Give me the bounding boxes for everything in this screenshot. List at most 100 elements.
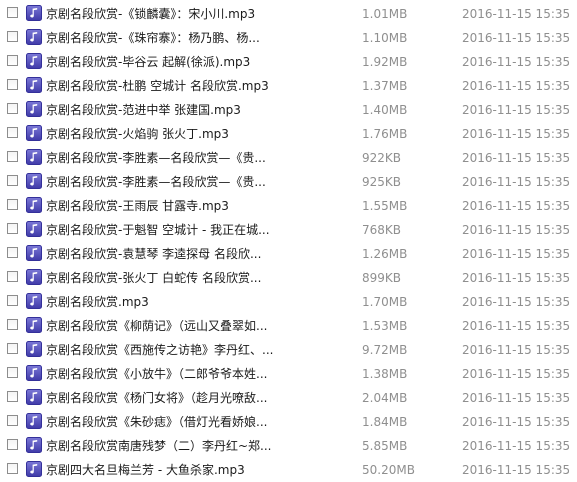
file-size: 922KB xyxy=(362,151,402,165)
music-file-icon xyxy=(26,341,42,357)
file-modified-date: 2016-11-15 15:35 xyxy=(462,103,571,117)
file-size: 1.37MB xyxy=(362,79,408,93)
file-row[interactable]: 京剧名段欣赏-于魁智 空城计 - 我正在城... 768KB 2016-11-15 … xyxy=(0,218,577,242)
file-size: 2.04MB xyxy=(362,391,408,405)
music-file-icon xyxy=(26,197,42,213)
file-size: 1.40MB xyxy=(362,103,408,117)
file-size: 1.70MB xyxy=(362,295,408,309)
music-file-icon xyxy=(26,437,42,453)
file-modified-date: 2016-11-15 15:35 xyxy=(462,343,571,357)
file-row[interactable]: 京剧名段欣赏-《珠帘寨》：杨乃鹏、杨... 1.10MB 2016-11-15 15… xyxy=(0,26,577,50)
file-row[interactable]: 京剧名段欣赏-范进中举 张建国.mp3 1.40MB 2016-11-15 15:3… xyxy=(0,98,577,122)
file-checkbox[interactable] xyxy=(7,295,18,306)
file-modified-date: 2016-11-15 15:35 xyxy=(462,7,571,21)
file-name[interactable]: 京剧名段欣赏《小放牛》（二郎爷爷本姓... xyxy=(46,365,346,383)
file-row[interactable]: 京剧名段欣赏-李胜素—名段欣赏—《贵... 922KB 2016-11-15 15:… xyxy=(0,146,577,170)
file-row[interactable]: 京剧名段欣赏-杜鹏 空城计 名段欣赏.mp3 1.37MB 2016-11-15 1… xyxy=(0,74,577,98)
file-row[interactable]: 京剧名段欣赏《小放牛》（二郎爷爷本姓... 1.38MB 2016-11-15 15… xyxy=(0,362,577,386)
file-name[interactable]: 京剧名段欣赏-范进中举 张建国.mp3 xyxy=(46,101,346,119)
file-name[interactable]: 京剧名段欣赏-于魁智 空城计 - 我正在城... xyxy=(46,221,346,239)
file-name[interactable]: 京剧名段欣赏-李胜素—名段欣赏—《贵... xyxy=(46,173,346,191)
file-row[interactable]: 京剧名段欣赏南唐残梦（二）李丹红~郑... 5.85MB 2016-11-15 15… xyxy=(0,434,577,458)
file-name[interactable]: 京剧名段欣赏-李胜素—名段欣赏—《贵... xyxy=(46,149,346,167)
file-checkbox[interactable] xyxy=(7,199,18,210)
file-name[interactable]: 京剧名段欣赏《柳荫记》（远山又叠翠如... xyxy=(46,317,346,335)
file-modified-date: 2016-11-15 15:35 xyxy=(462,295,571,309)
file-checkbox[interactable] xyxy=(7,415,18,426)
file-checkbox[interactable] xyxy=(7,103,18,114)
file-modified-date: 2016-11-15 15:35 xyxy=(462,247,571,261)
music-file-icon xyxy=(26,389,42,405)
file-name[interactable]: 京剧名段欣赏-火焰驹 张火丁.mp3 xyxy=(46,125,346,143)
file-list: 京剧名段欣赏-《锁麟囊》：宋小川.mp3 1.01MB 2016-11-15 15:… xyxy=(0,0,577,482)
file-checkbox[interactable] xyxy=(7,127,18,138)
file-row[interactable]: 京剧名段欣赏《杨门女将》（趁月光嘹敌... 2.04MB 2016-11-15 15… xyxy=(0,386,577,410)
music-file-icon xyxy=(26,125,42,141)
file-checkbox[interactable] xyxy=(7,439,18,450)
file-name[interactable]: 京剧名段欣赏-《锁麟囊》：宋小川.mp3 xyxy=(46,5,346,23)
file-name[interactable]: 京剧名段欣赏-毕谷云 起解(徐派).mp3 xyxy=(46,53,346,71)
file-checkbox[interactable] xyxy=(7,271,18,282)
file-size: 1.10MB xyxy=(362,31,408,45)
file-row[interactable]: 京剧四大名旦梅兰芳 - 大鱼杀家.mp3 50.20MB 2016-11-15 15… xyxy=(0,458,577,482)
music-file-icon xyxy=(26,461,42,477)
file-name[interactable]: 京剧四大名旦梅兰芳 - 大鱼杀家.mp3 xyxy=(46,461,346,479)
file-name[interactable]: 京剧名段欣赏.mp3 xyxy=(46,293,346,311)
music-file-icon xyxy=(26,221,42,237)
file-modified-date: 2016-11-15 15:35 xyxy=(462,31,571,45)
file-name[interactable]: 京剧名段欣赏《杨门女将》（趁月光嘹敌... xyxy=(46,389,346,407)
file-checkbox[interactable] xyxy=(7,175,18,186)
music-file-icon xyxy=(26,5,42,21)
file-modified-date: 2016-11-15 15:35 xyxy=(462,151,571,165)
file-checkbox[interactable] xyxy=(7,319,18,330)
file-row[interactable]: 京剧名段欣赏-王雨辰 甘露寺.mp3 1.55MB 2016-11-15 15:35 xyxy=(0,194,577,218)
file-name[interactable]: 京剧名段欣赏-王雨辰 甘露寺.mp3 xyxy=(46,197,346,215)
file-size: 1.38MB xyxy=(362,367,408,381)
file-checkbox[interactable] xyxy=(7,367,18,378)
file-modified-date: 2016-11-15 15:35 xyxy=(462,55,571,69)
file-checkbox[interactable] xyxy=(7,151,18,162)
file-checkbox[interactable] xyxy=(7,463,18,474)
music-file-icon xyxy=(26,77,42,93)
file-size: 899KB xyxy=(362,271,402,285)
file-row[interactable]: 京剧名段欣赏《朱砂痣》（借灯光看娇娘... 1.84MB 2016-11-15 15… xyxy=(0,410,577,434)
file-modified-date: 2016-11-15 15:35 xyxy=(462,175,571,189)
file-name[interactable]: 京剧名段欣赏《朱砂痣》（借灯光看娇娘... xyxy=(46,413,346,431)
music-file-icon xyxy=(26,53,42,69)
file-checkbox[interactable] xyxy=(7,247,18,258)
file-checkbox[interactable] xyxy=(7,7,18,18)
file-checkbox[interactable] xyxy=(7,79,18,90)
file-name[interactable]: 京剧名段欣赏-张火丁 白蛇传 名段欣赏... xyxy=(46,269,346,287)
file-row[interactable]: 京剧名段欣赏-张火丁 白蛇传 名段欣赏... 899KB 2016-11-15 15… xyxy=(0,266,577,290)
file-size: 9.72MB xyxy=(362,343,408,357)
music-file-icon xyxy=(26,149,42,165)
file-checkbox[interactable] xyxy=(7,391,18,402)
file-size: 1.26MB xyxy=(362,247,408,261)
file-row[interactable]: 京剧名段欣赏《柳荫记》（远山又叠翠如... 1.53MB 2016-11-15 15… xyxy=(0,314,577,338)
file-modified-date: 2016-11-15 15:35 xyxy=(462,319,571,333)
file-size: 50.20MB xyxy=(362,463,415,477)
music-file-icon xyxy=(26,365,42,381)
file-name[interactable]: 京剧名段欣赏《西施传之访艳》李丹红、... xyxy=(46,341,346,359)
file-modified-date: 2016-11-15 15:35 xyxy=(462,463,571,477)
file-checkbox[interactable] xyxy=(7,223,18,234)
file-row[interactable]: 京剧名段欣赏《西施传之访艳》李丹红、... 9.72MB 2016-11-15 15… xyxy=(0,338,577,362)
music-file-icon xyxy=(26,245,42,261)
file-row[interactable]: 京剧名段欣赏-毕谷云 起解(徐派).mp3 1.92MB 2016-11-15 15… xyxy=(0,50,577,74)
file-name[interactable]: 京剧名段欣赏-袁慧琴 李逵探母 名段欣... xyxy=(46,245,346,263)
file-row[interactable]: 京剧名段欣赏-李胜素—名段欣赏—《贵... 925KB 2016-11-15 15:… xyxy=(0,170,577,194)
file-name[interactable]: 京剧名段欣赏-《珠帘寨》：杨乃鹏、杨... xyxy=(46,29,346,47)
music-file-icon xyxy=(26,269,42,285)
file-size: 768KB xyxy=(362,223,402,237)
file-name[interactable]: 京剧名段欣赏-杜鹏 空城计 名段欣赏.mp3 xyxy=(46,77,346,95)
music-file-icon xyxy=(26,293,42,309)
file-checkbox[interactable] xyxy=(7,343,18,354)
file-row[interactable]: 京剧名段欣赏-袁慧琴 李逵探母 名段欣... 1.26MB 2016-11-15 1… xyxy=(0,242,577,266)
file-row[interactable]: 京剧名段欣赏-火焰驹 张火丁.mp3 1.76MB 2016-11-15 15:35 xyxy=(0,122,577,146)
file-checkbox[interactable] xyxy=(7,31,18,42)
file-checkbox[interactable] xyxy=(7,55,18,66)
file-row[interactable]: 京剧名段欣赏-《锁麟囊》：宋小川.mp3 1.01MB 2016-11-15 15:… xyxy=(0,2,577,26)
file-name[interactable]: 京剧名段欣赏南唐残梦（二）李丹红~郑... xyxy=(46,437,346,455)
file-row[interactable]: 京剧名段欣赏.mp3 1.70MB 2016-11-15 15:35 xyxy=(0,290,577,314)
file-size: 1.55MB xyxy=(362,199,408,213)
